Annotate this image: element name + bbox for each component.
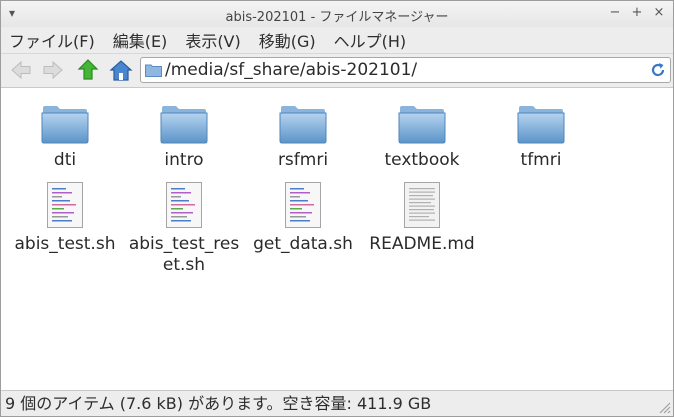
back-arrow-icon — [11, 60, 31, 80]
folder-icon — [517, 106, 565, 144]
home-button[interactable] — [108, 57, 134, 83]
status-bar: 9 個のアイテム (7.6 kB) があります。空き容量: 411.9 GB — [1, 393, 673, 416]
file-view[interactable]: dti intro rsfmri textbook tfmri abis_tes… — [1, 87, 673, 391]
file-name: abis_test.sh — [14, 234, 116, 254]
folder-icon — [41, 106, 89, 144]
file-name: README.md — [369, 234, 475, 254]
folder-item-tfmri[interactable]: tfmri — [482, 104, 600, 171]
minimize-icon[interactable]: − — [607, 5, 623, 20]
toolbar — [1, 53, 673, 86]
maximize-icon[interactable]: + — [629, 5, 645, 20]
up-button[interactable] — [75, 57, 101, 83]
folder-icon — [160, 106, 208, 144]
file-item-get-data-sh[interactable]: get_data.sh — [244, 182, 362, 255]
shell-script-icon — [47, 182, 83, 228]
file-item-readme-md[interactable]: README.md — [363, 182, 481, 255]
file-manager-window: ▾ abis-202101 - ファイルマネージャー − + × ファイル(F)… — [0, 0, 674, 417]
file-name: get_data.sh — [253, 234, 353, 254]
menu-edit[interactable]: 編集(E) — [113, 28, 168, 52]
reload-icon[interactable] — [649, 61, 667, 79]
location-bar — [140, 57, 671, 83]
folder-icon — [398, 106, 446, 144]
folder-item-textbook[interactable]: textbook — [363, 104, 481, 171]
forward-button[interactable] — [40, 57, 66, 83]
file-name: tfmri — [520, 150, 562, 170]
status-text: 9 個のアイテム (7.6 kB) があります。空き容量: 411.9 GB — [5, 394, 432, 413]
forward-arrow-icon — [43, 60, 63, 80]
file-name: rsfmri — [277, 150, 329, 170]
menu-go[interactable]: 移動(G) — [259, 28, 316, 52]
menu-bar: ファイル(F) 編集(E) 表示(V) 移動(G) ヘルプ(H) — [1, 27, 673, 53]
home-icon — [109, 60, 133, 81]
file-name: abis_test_reset.sh — [128, 234, 240, 275]
file-name: textbook — [384, 150, 460, 170]
menu-help[interactable]: ヘルプ(H) — [334, 28, 407, 52]
file-name: intro — [164, 150, 204, 170]
shell-script-icon — [285, 182, 321, 228]
menu-file[interactable]: ファイル(F) — [9, 28, 95, 52]
text-document-icon — [404, 182, 440, 228]
menu-view[interactable]: 表示(V) — [185, 28, 240, 52]
file-item-abis-test-reset-sh[interactable]: abis_test_reset.sh — [125, 182, 243, 276]
location-folder-icon — [145, 64, 162, 77]
folder-item-dti[interactable]: dti — [6, 104, 124, 171]
back-button[interactable] — [8, 57, 34, 83]
location-input[interactable] — [165, 59, 635, 81]
resize-grip-icon[interactable] — [657, 400, 671, 414]
close-icon[interactable]: × — [651, 5, 667, 20]
shell-script-icon — [166, 182, 202, 228]
folder-item-intro[interactable]: intro — [125, 104, 243, 171]
folder-item-rsfmri[interactable]: rsfmri — [244, 104, 362, 171]
file-name: dti — [53, 150, 77, 170]
window-title: abis-202101 - ファイルマネージャー — [225, 10, 449, 25]
title-bar[interactable]: ▾ abis-202101 - ファイルマネージャー − + × — [1, 1, 673, 27]
file-item-abis-test-sh[interactable]: abis_test.sh — [6, 182, 124, 255]
folder-icon — [279, 106, 327, 144]
up-arrow-icon — [77, 59, 99, 80]
